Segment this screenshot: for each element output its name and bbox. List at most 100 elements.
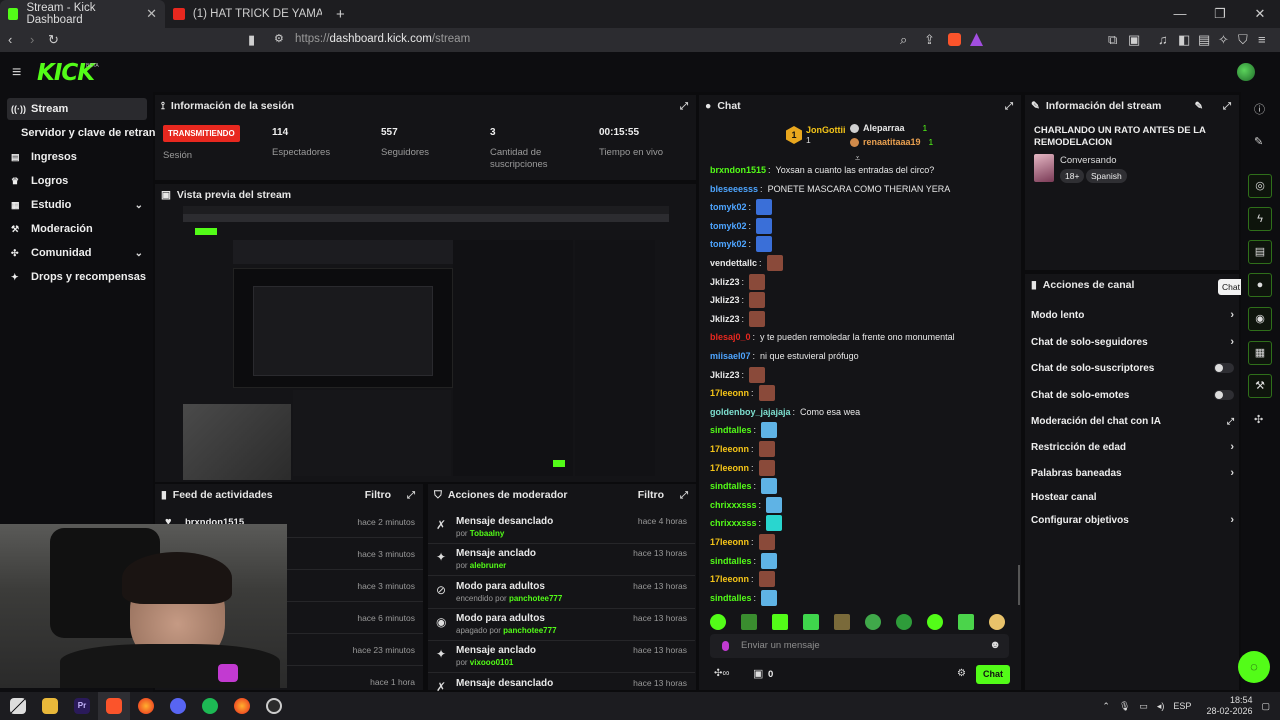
taskbar-app-explorer[interactable]	[34, 692, 66, 720]
clock[interactable]: 18:54 28-02-2026	[1206, 695, 1252, 717]
mod-filter-button[interactable]: Filtro	[638, 489, 664, 501]
mod-action-row[interactable]: ✦ Mensaje anclado por vixooo0101 hace 13 ho…	[428, 641, 695, 674]
sidebar-item-stream[interactable]: ((·)) Stream	[7, 98, 147, 120]
quick-emote[interactable]	[865, 614, 881, 630]
media-icon[interactable]: ♫	[1158, 32, 1168, 47]
close-window-icon[interactable]: ✕	[1240, 0, 1280, 28]
quick-emote[interactable]	[927, 614, 943, 630]
channel-action-chat-de-solo-seguidores[interactable]: Chat de solo-seguidores ›	[1031, 332, 1234, 352]
new-tab-icon[interactable]: +	[336, 6, 345, 23]
sidebar-item-comunidad[interactable]: ✣ Comunidad ⌄	[7, 242, 147, 264]
chat-username[interactable]: 17leeonn	[710, 463, 749, 473]
emote-picker-icon[interactable]	[722, 641, 729, 651]
taskbar-app-spotify[interactable]	[194, 692, 226, 720]
chat-username[interactable]: bleseeesss	[710, 184, 758, 194]
chat-input-box[interactable]: Enviar un mensaje ☻	[710, 634, 1009, 658]
chat-message[interactable]: Jkliz23:	[710, 310, 766, 328]
tab-youtube[interactable]: (1) HAT TRICK DE YAMAL, GOLEADA	[165, 0, 330, 28]
quick-emote[interactable]	[803, 614, 819, 630]
mod-action-row[interactable]: ⊘ Modo para adultos encendido por panchote…	[428, 577, 695, 609]
chat-username[interactable]: sindtalles	[710, 556, 752, 566]
channel-action-chat-de-solo-emotes[interactable]: Chat de solo-emotes	[1031, 385, 1234, 405]
edit-icon[interactable]: ✎	[1195, 101, 1203, 112]
quick-emote[interactable]	[834, 614, 850, 630]
quick-emote[interactable]	[989, 614, 1005, 630]
quick-emote[interactable]	[958, 614, 974, 630]
taskbar-app-firefox[interactable]	[130, 692, 162, 720]
chat-username[interactable]: chrixxxsss	[710, 518, 757, 528]
chat-message[interactable]: goldenboy_jajajaja: Como esa wea	[710, 403, 860, 421]
expand-icon[interactable]: ⤢	[1005, 101, 1013, 112]
chat-username[interactable]: goldenboy_jajajaja	[710, 407, 791, 417]
share-icon[interactable]: ⇪	[924, 32, 935, 48]
url-field[interactable]: https://dashboard.kick.com/stream	[295, 33, 470, 45]
quick-emote[interactable]	[896, 614, 912, 630]
taskbar-app-obs[interactable]	[258, 692, 290, 720]
taskbar-app-firefox-2[interactable]	[226, 692, 258, 720]
extensions-icon[interactable]: ⧉	[1108, 32, 1117, 48]
chat-message[interactable]: 17leeonn:	[710, 533, 775, 551]
menu-icon[interactable]: ≡	[1258, 32, 1266, 47]
leo-icon[interactable]: ✧	[1218, 32, 1229, 48]
chat-message[interactable]: 17leeonn:	[710, 440, 775, 458]
chat-username[interactable]: vendettallc	[710, 258, 757, 268]
channel-points-icon[interactable]: ✣∞	[714, 668, 730, 679]
channel-action-moderaci-n-del-chat-con-ia[interactable]: Moderación del chat con IA ⤢	[1031, 411, 1234, 431]
top-gifter-1[interactable]: 1 JonGottii 1	[786, 125, 846, 145]
chat-username[interactable]: tomyk02	[710, 202, 747, 212]
chat-message[interactable]: bleseeesss: PONETE MASCARA COMO THERIAN Y…	[710, 180, 950, 198]
sidebar-item-servidor[interactable]: Servidor y clave de retransm	[7, 122, 171, 144]
toggle-switch[interactable]	[1214, 363, 1234, 373]
edit-icon[interactable]: ✎	[1254, 135, 1263, 148]
chat-message[interactable]: 17leeonn:	[710, 570, 775, 588]
wallet-icon[interactable]: ▤	[1198, 32, 1210, 48]
feed-filter-button[interactable]: Filtro	[365, 489, 391, 501]
chat-message[interactable]: chrixxxsss:	[710, 514, 783, 532]
sidebar-toggle-icon[interactable]: ◧	[1178, 32, 1190, 48]
stream-preview-video[interactable]	[183, 206, 669, 480]
chat-message[interactable]: sindtalles:	[710, 477, 778, 495]
chat-username[interactable]: 17leeonn	[710, 537, 749, 547]
tray-chevron-icon[interactable]: ⌃	[1102, 701, 1110, 712]
chat-message[interactable]: tomyk02:	[710, 235, 773, 253]
mod-action-user[interactable]: Tobaalny	[470, 529, 505, 538]
language-indicator[interactable]: ESP	[1173, 701, 1191, 711]
sidebar-item-estudio[interactable]: ▦ Estudio ⌄	[7, 194, 147, 216]
chat-message[interactable]: Jkliz23:	[710, 291, 766, 309]
channel-action-hostear-canal[interactable]: Hostear canal	[1031, 487, 1234, 507]
top-gifter-3[interactable]: renaatitaaa19 1	[850, 137, 933, 147]
chat-message[interactable]: sindtalles:	[710, 552, 778, 570]
chat-message[interactable]: brxndon1515: Yoxsan a cuanto las entradas…	[710, 161, 934, 179]
chat-message[interactable]: 17leeonn:	[710, 459, 775, 477]
restore-icon[interactable]: ❐	[1200, 0, 1240, 28]
brave-rewards-icon[interactable]	[970, 33, 983, 46]
chat-input[interactable]: Enviar un mensaje	[741, 640, 820, 651]
chat-username[interactable]: Jkliz23	[710, 370, 740, 380]
expand-icon[interactable]: ⤢	[1223, 101, 1231, 112]
gift-icon[interactable]: ▣	[753, 667, 763, 680]
hamburger-menu-icon[interactable]: ≡	[12, 64, 21, 82]
mod-action-user[interactable]: panchotee777	[503, 626, 556, 635]
notifications-icon[interactable]: ▢	[1261, 701, 1270, 712]
taskbar-app-brave[interactable]	[98, 692, 130, 720]
rail-button-wrench[interactable]: ⚒	[1248, 374, 1272, 398]
mod-action-row[interactable]: ✦ Mensaje anclado por alebruner hace 13 hor…	[428, 544, 695, 577]
quick-emote[interactable]	[741, 614, 757, 630]
chat-username[interactable]: 17leeonn	[710, 444, 749, 454]
chat-message[interactable]: Jkliz23:	[710, 273, 766, 291]
chat-message[interactable]: sindtalles:	[710, 421, 778, 439]
reload-icon[interactable]: ↻	[48, 32, 59, 48]
channel-action-palabras-baneadas[interactable]: Palabras baneadas ›	[1031, 463, 1234, 483]
info-icon[interactable]: ⓘ	[1254, 101, 1265, 117]
rail-button-document[interactable]: ▤	[1248, 240, 1272, 264]
chat-username[interactable]: tomyk02	[710, 221, 747, 231]
close-tab-icon[interactable]: ✕	[146, 6, 157, 22]
chat-message[interactable]: vendettallc:	[710, 254, 783, 272]
mod-action-row[interactable]: ✗ Mensaje desanclado por Tobaalny hace 4 ho…	[428, 512, 695, 544]
stream-category[interactable]: Conversando	[1060, 155, 1117, 166]
chat-username[interactable]: brxndon1515	[710, 165, 766, 175]
rail-button-layers[interactable]: ▦	[1248, 341, 1272, 365]
rail-button-chat[interactable]: ●	[1248, 273, 1272, 297]
rail-button-lightning[interactable]: ϟ	[1248, 207, 1272, 231]
chat-username[interactable]: sindtalles	[710, 425, 752, 435]
